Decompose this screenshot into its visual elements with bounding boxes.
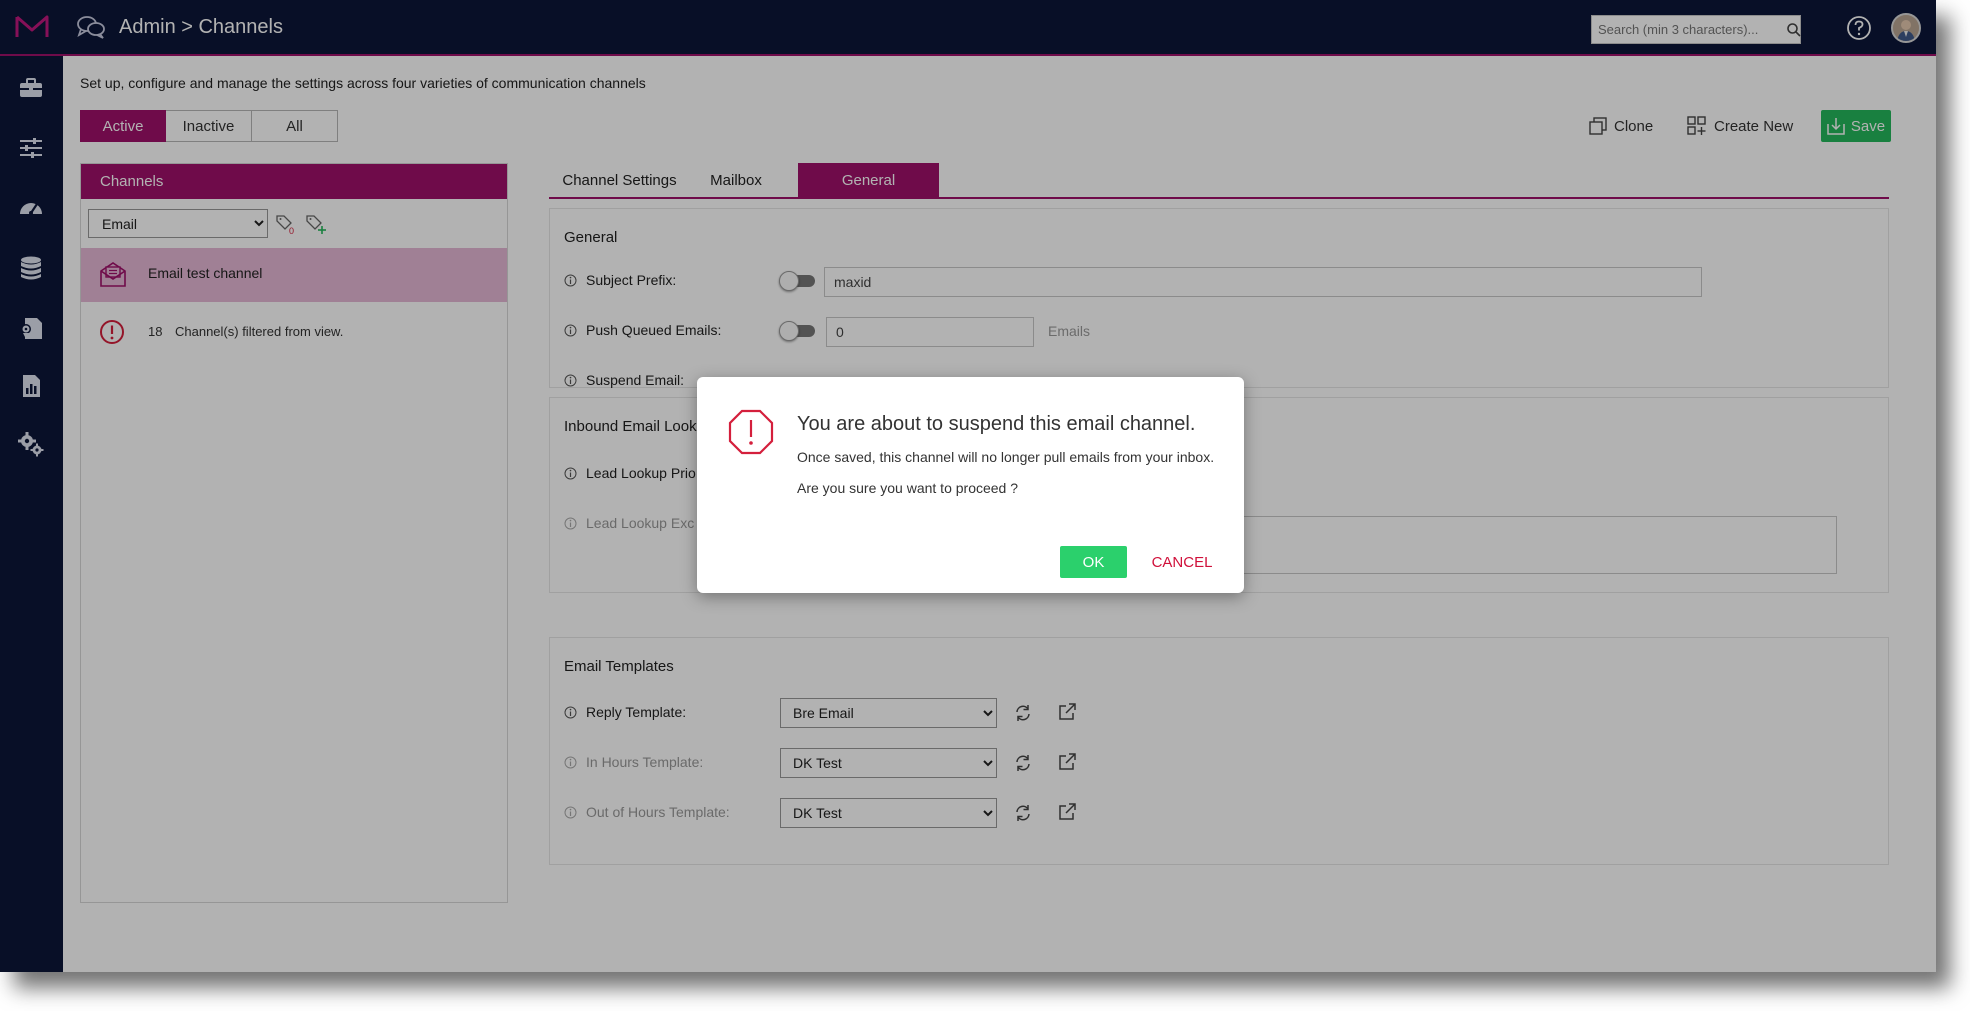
stop-warning-icon: [728, 409, 774, 455]
dialog-question: Are you sure you want to proceed ?: [797, 480, 1019, 496]
dialog-title: You are about to suspend this email chan…: [797, 413, 1196, 435]
dialog-message: Once saved, this channel will no longer …: [797, 449, 1215, 465]
cancel-button[interactable]: CANCEL: [1140, 546, 1224, 578]
app-window: Admin > Channels Search (min 3 character…: [0, 0, 1936, 972]
suspend-confirmation-dialog: You are about to suspend this email chan…: [697, 377, 1244, 593]
ok-button[interactable]: OK: [1060, 546, 1127, 578]
